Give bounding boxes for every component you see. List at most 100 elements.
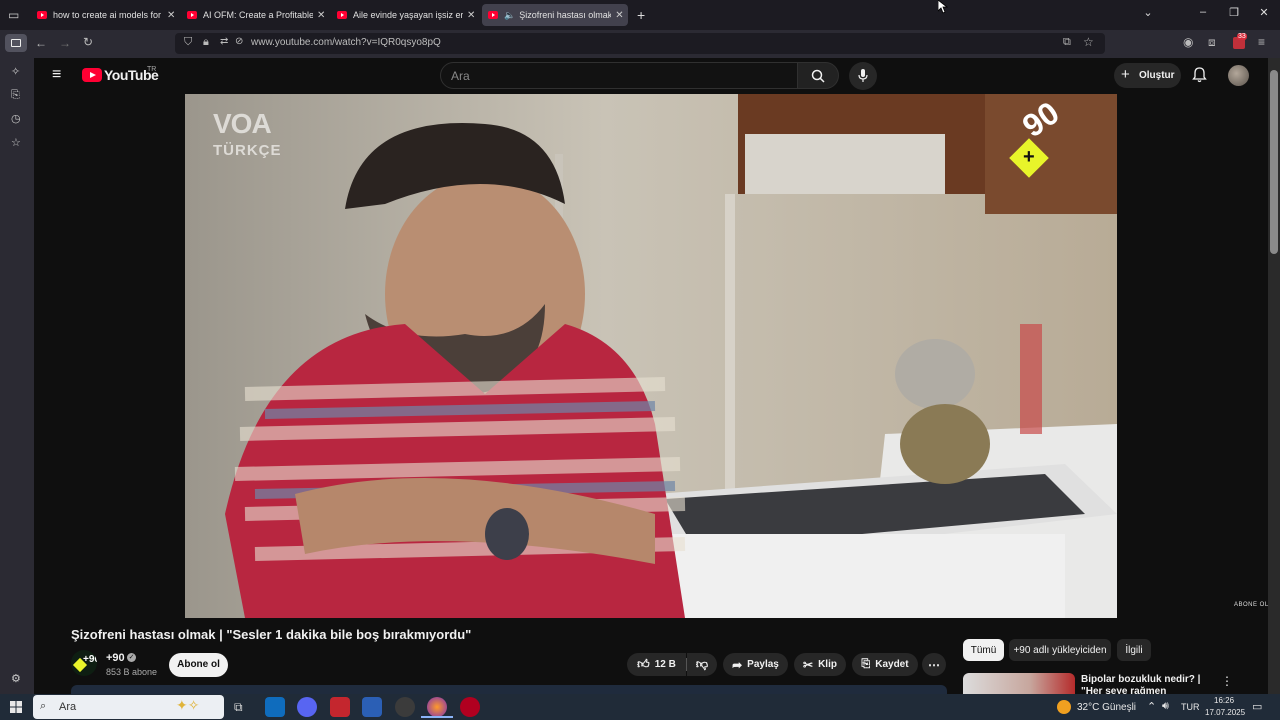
more-actions-button[interactable]: ⋯ bbox=[922, 653, 946, 676]
microphone-icon bbox=[858, 69, 868, 82]
outlook-icon[interactable] bbox=[265, 697, 285, 717]
account-icon[interactable]: ◉ bbox=[1183, 35, 1193, 49]
weather-text[interactable]: 32°C Güneşli bbox=[1077, 702, 1136, 713]
lock-icon[interactable]: 🔒︎ bbox=[203, 36, 209, 49]
new-tab-icon[interactable]: + bbox=[637, 7, 645, 23]
obs-icon[interactable] bbox=[395, 697, 415, 717]
like-count: 12 B bbox=[654, 659, 676, 670]
windows-start-icon[interactable] bbox=[10, 701, 22, 713]
create-button[interactable]: + Oluştur bbox=[1114, 63, 1181, 88]
taskbar-search-placeholder: Ara bbox=[59, 701, 77, 713]
related-video-title[interactable]: Bipolar bozukluk nedir? | "Her şeye rağm… bbox=[1081, 674, 1211, 694]
chip-from-uploader[interactable]: +90 adlı yükleyiciden bbox=[1009, 639, 1111, 661]
back-icon[interactable]: ← bbox=[35, 36, 47, 50]
close-tab-icon[interactable]: ✕ bbox=[615, 10, 623, 21]
permissions-icon[interactable]: ⇄ bbox=[220, 36, 228, 47]
voa-watermark: VOA bbox=[213, 108, 272, 139]
search-icon bbox=[811, 69, 825, 83]
close-tab-icon[interactable]: ✕ bbox=[467, 10, 475, 21]
customize-sidebar-icon[interactable]: ⚙ bbox=[11, 672, 21, 685]
language-indicator[interactable]: TUR bbox=[1181, 702, 1200, 712]
close-tab-icon[interactable]: ✕ bbox=[167, 10, 175, 21]
description-box[interactable] bbox=[71, 685, 947, 694]
voice-search-button[interactable] bbox=[849, 62, 877, 90]
tray-chevron-icon[interactable]: ⌃ bbox=[1147, 700, 1156, 713]
region-code: TR bbox=[147, 66, 157, 73]
history-icon[interactable]: ◷ bbox=[11, 112, 21, 125]
extensions-icon[interactable]: ⧈ bbox=[1208, 35, 1216, 50]
user-avatar[interactable] bbox=[1228, 65, 1249, 86]
volume-icon[interactable]: 🔊︎ bbox=[1162, 700, 1169, 713]
clip-button[interactable]: ✂ Klip bbox=[794, 653, 846, 676]
picture-in-picture-icon[interactable]: ⧉ bbox=[1063, 36, 1071, 49]
subscribe-watermark[interactable]: ABONE OL bbox=[1234, 602, 1269, 608]
minimize-icon[interactable]: – bbox=[1195, 6, 1211, 18]
channel-name[interactable]: +90 bbox=[106, 652, 125, 664]
voa-watermark-subtitle: TÜRKÇE bbox=[213, 142, 282, 159]
task-view-icon[interactable]: ⧉ bbox=[234, 700, 243, 715]
video-frame bbox=[185, 94, 1117, 618]
save-playlist-icon: ⎘ bbox=[861, 658, 871, 670]
app-window-icon[interactable] bbox=[362, 697, 382, 717]
weather-sun-icon[interactable] bbox=[1057, 700, 1071, 714]
tab-list-chevron-icon[interactable]: ⌄ bbox=[1140, 6, 1156, 19]
maximize-icon[interactable]: ❐ bbox=[1226, 6, 1242, 19]
scrollbar-thumb[interactable] bbox=[1270, 70, 1278, 254]
forward-icon[interactable]: → bbox=[59, 36, 71, 50]
tab-overview-icon[interactable]: ▭ bbox=[8, 8, 19, 22]
app-icon[interactable] bbox=[330, 697, 350, 717]
close-window-icon[interactable]: ✕ bbox=[1256, 6, 1272, 19]
chip-all[interactable]: Tümü bbox=[963, 639, 1004, 661]
speaker-icon[interactable]: 🔈 bbox=[504, 10, 515, 21]
channel-logo-text: +90 bbox=[83, 654, 97, 665]
firefox-icon[interactable] bbox=[427, 697, 447, 717]
search-icon: ⌕ bbox=[40, 700, 47, 712]
youtube-favicon-icon bbox=[37, 11, 47, 19]
browser-tab-4-active[interactable]: 🔈 Şizofreni hastası olmak | "Se ✕ bbox=[482, 4, 628, 26]
bookmarks-icon[interactable]: ☆ bbox=[11, 136, 21, 149]
browser-tab-2[interactable]: AI OFM: Create a Profitable AI I ✕ bbox=[181, 4, 327, 26]
channel-avatar[interactable]: +90 bbox=[71, 650, 97, 676]
browser-sidebar bbox=[0, 58, 34, 694]
tracking-icon[interactable]: ⊘ bbox=[235, 36, 243, 47]
save-button[interactable]: ⎘ Kaydet bbox=[852, 653, 918, 676]
sidebar-icon bbox=[11, 39, 21, 47]
share-button[interactable]: ➦ Paylaş bbox=[723, 653, 788, 676]
youtube-app-icon[interactable] bbox=[460, 697, 480, 717]
notification-center-icon[interactable]: ▭ bbox=[1252, 700, 1262, 713]
clock-time[interactable]: 16:26 bbox=[1214, 696, 1234, 705]
related-more-icon[interactable]: ⋮ bbox=[1221, 674, 1233, 688]
related-video-thumbnail[interactable] bbox=[963, 673, 1075, 694]
bookmark-star-icon[interactable]: ☆ bbox=[1083, 35, 1094, 49]
youtube-logo-icon[interactable] bbox=[82, 68, 102, 82]
thumbs-down-icon: 👎︎ bbox=[695, 657, 709, 671]
close-tab-icon[interactable]: ✕ bbox=[317, 10, 325, 21]
ai-chatbot-icon[interactable]: ✧ bbox=[11, 65, 20, 78]
browser-tab-1[interactable]: how to create ai models for onl ✕ bbox=[31, 4, 177, 26]
menu-icon[interactable]: ≡ bbox=[1258, 35, 1265, 49]
discord-icon[interactable] bbox=[297, 697, 317, 717]
notifications-bell-icon[interactable] bbox=[1192, 67, 1207, 83]
chip-related[interactable]: İlgili bbox=[1117, 639, 1151, 661]
search-input[interactable] bbox=[440, 62, 798, 89]
clip-label: Klip bbox=[818, 659, 837, 670]
tab-title: Şizofreni hastası olmak | "Se bbox=[519, 10, 612, 20]
share-label: Paylaş bbox=[747, 659, 779, 670]
dislike-button[interactable]: 👎︎ bbox=[687, 653, 717, 676]
synced-tabs-icon[interactable]: ⎘ bbox=[11, 89, 20, 102]
shield-icon[interactable]: ⛉ bbox=[184, 36, 192, 49]
browser-tab-3[interactable]: Aile evinde yaşayan işsiz erkek · ✕ bbox=[331, 4, 477, 26]
video-player[interactable]: VOA TÜRKÇE + 90 bbox=[185, 94, 1117, 618]
subscribe-button[interactable]: Abone ol bbox=[169, 653, 228, 677]
active-app-indicator bbox=[421, 716, 453, 718]
search-button[interactable] bbox=[797, 62, 839, 89]
share-arrow-icon: ➦ bbox=[732, 657, 743, 672]
youtube-favicon-icon bbox=[187, 11, 197, 19]
reload-icon[interactable]: ↻ bbox=[83, 35, 93, 49]
guide-menu-icon[interactable]: ≡ bbox=[52, 66, 61, 84]
extension-badge: 33 bbox=[1237, 33, 1247, 40]
sidebar-toggle-button[interactable] bbox=[5, 34, 27, 52]
like-button[interactable]: 👍︎ 12 B bbox=[627, 653, 686, 676]
url-text[interactable]: www.youtube.com/watch?v=IQR0qsyo8pQ bbox=[251, 37, 441, 48]
clock-date[interactable]: 17.07.2025 bbox=[1205, 708, 1245, 717]
